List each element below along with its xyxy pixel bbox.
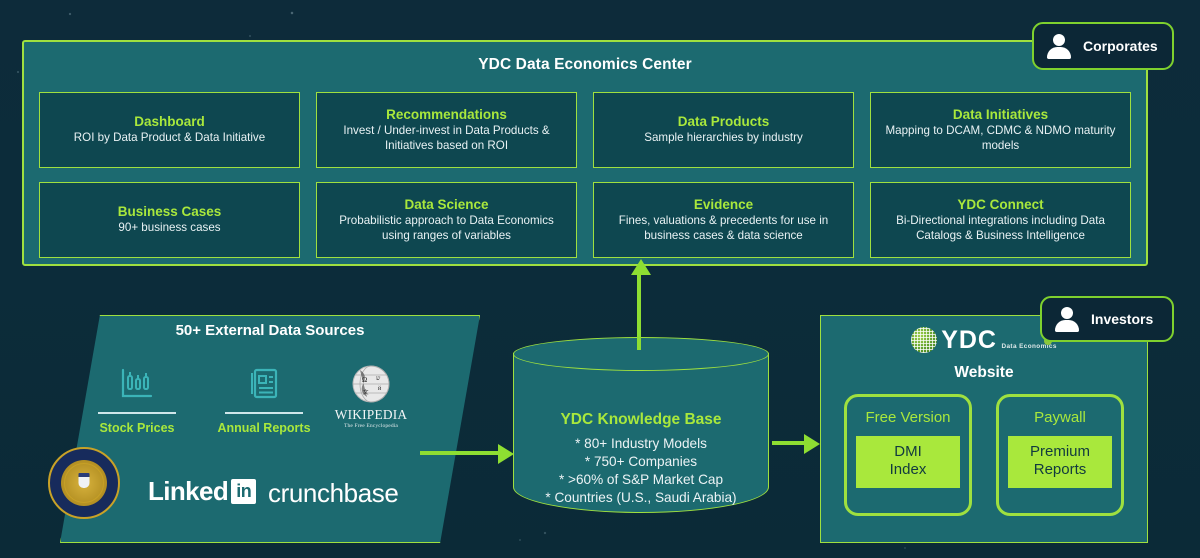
capability-card-data-initiatives[interactable]: Data Initiatives Mapping to DCAM, CDMC &… (870, 92, 1131, 168)
crunchbase-logo[interactable]: crunchbase (268, 478, 399, 509)
data-economics-center-panel: YDC Data Economics Center Dashboard ROI … (22, 40, 1148, 266)
tier-free-version[interactable]: Free Version DMI Index (844, 394, 972, 516)
chip-line-2: Reports (1033, 461, 1087, 479)
card-title: YDC Connect (957, 197, 1044, 213)
capability-card-recommendations[interactable]: Recommendations Invest / Under-invest in… (316, 92, 577, 168)
person-icon (1054, 306, 1080, 332)
cylinder-top-ellipse (513, 337, 769, 371)
linkedin-wordmark: Linked (148, 476, 229, 506)
capability-card-data-science[interactable]: Data Science Probabilistic approach to D… (316, 182, 577, 258)
divider (98, 412, 176, 414)
knowledge-base-bullet: * >60% of S&P Market Cap (558, 472, 724, 488)
chip-line-1: DMI (894, 443, 922, 460)
card-title: Data Science (404, 197, 489, 213)
card-title: Data Products (677, 114, 770, 130)
capability-card-evidence[interactable]: Evidence Fines, valuations & precedents … (593, 182, 854, 258)
knowledge-base-bullet: * Countries (U.S., Saudi Arabia) (545, 490, 737, 506)
chip-line-2: Index (889, 461, 927, 479)
ydc-knowledge-base-cylinder: YDC Knowledge Base * 80+ Industry Models… (513, 337, 769, 525)
card-description: Invest / Under-invest in Data Products &… (343, 124, 550, 152)
svg-text:文: 文 (363, 388, 369, 396)
tier-label: Free Version (865, 409, 951, 426)
card-description: 90+ business cases (118, 221, 221, 235)
sec-seal-logo[interactable] (48, 447, 120, 519)
stock-chart-icon (82, 362, 192, 406)
capability-card-ydc-connect[interactable]: YDC Connect Bi-Directional integrations … (870, 182, 1131, 258)
data-sources-title: 50+ External Data Sources (175, 322, 365, 339)
card-title: Business Cases (117, 204, 222, 220)
cylinder-content: YDC Knowledge Base * 80+ Industry Models… (513, 411, 769, 507)
card-description: Bi-Directional integrations including Da… (896, 214, 1105, 242)
data-source-label: Annual Reports (217, 421, 311, 435)
diagram-canvas: YDC Data Economics Center Dashboard ROI … (0, 0, 1200, 558)
card-description: Mapping to DCAM, CDMC & NDMO maturity mo… (885, 124, 1116, 152)
website-tier-row: Free Version DMI Index Paywall Premium R… (843, 394, 1125, 516)
data-source-stock-prices[interactable]: Stock Prices (82, 362, 192, 435)
linkedin-logo[interactable]: Linked in (148, 476, 257, 507)
data-source-wikipedia[interactable]: Ω ש й 文 WIKIPEDIA The Free Encyclopedia (330, 362, 412, 429)
capability-card-data-products[interactable]: Data Products Sample hierarchies by indu… (593, 92, 854, 168)
ydc-wordmark: YDC (941, 325, 997, 354)
tier-chip-premium-reports[interactable]: Premium Reports (1008, 436, 1112, 488)
card-description: Sample hierarchies by industry (644, 131, 803, 145)
badge-label: Corporates (1083, 38, 1158, 54)
chip-line-1: Premium (1029, 443, 1090, 460)
knowledge-base-bullet: * 80+ Industry Models (575, 436, 707, 451)
badge-label: Investors (1091, 311, 1154, 327)
card-description: Fines, valuations & precedents for use i… (618, 214, 829, 242)
divider (225, 412, 303, 414)
knowledge-base-title: YDC Knowledge Base (560, 411, 722, 428)
tier-label: Paywall (1034, 409, 1086, 426)
capability-card-dashboard[interactable]: Dashboard ROI by Data Product & Data Ini… (39, 92, 300, 168)
wikipedia-globe-icon: Ω ש й 文 (330, 362, 412, 406)
tier-chip-dmi-index[interactable]: DMI Index (856, 436, 960, 488)
website-panel: YDC Data Economics Website Free Version … (820, 315, 1148, 543)
website-title: Website (954, 364, 1014, 381)
badge-investors[interactable]: Investors (1040, 296, 1174, 342)
card-description: Probabilistic approach to Data Economics… (339, 214, 554, 242)
badge-corporates[interactable]: Corporates (1032, 22, 1174, 70)
data-source-label: Stock Prices (99, 421, 175, 435)
knowledge-base-bullet: * 750+ Companies (584, 454, 698, 470)
card-title: Data Initiatives (952, 107, 1049, 123)
card-title: Dashboard (134, 114, 205, 130)
wikipedia-tagline: The Free Encyclopedia (344, 423, 398, 429)
person-icon (1046, 33, 1072, 59)
svg-text:Ω: Ω (362, 376, 367, 384)
capability-card-grid: Dashboard ROI by Data Product & Data Ini… (39, 92, 1131, 258)
card-title: Recommendations (386, 107, 507, 123)
capability-card-business-cases[interactable]: Business Cases 90+ business cases (39, 182, 300, 258)
card-title: Evidence (693, 197, 754, 213)
tier-paywall[interactable]: Paywall Premium Reports (996, 394, 1124, 516)
linkedin-in-badge: in (231, 479, 257, 504)
wikipedia-wordmark: WIKIPEDIA (334, 407, 408, 422)
data-source-annual-reports[interactable]: Annual Reports (209, 362, 319, 435)
card-description: ROI by Data Product & Data Initiative (73, 131, 266, 145)
ydc-sphere-icon (911, 327, 938, 353)
panel-title: YDC Data Economics Center (478, 56, 692, 73)
document-report-icon (209, 362, 319, 406)
